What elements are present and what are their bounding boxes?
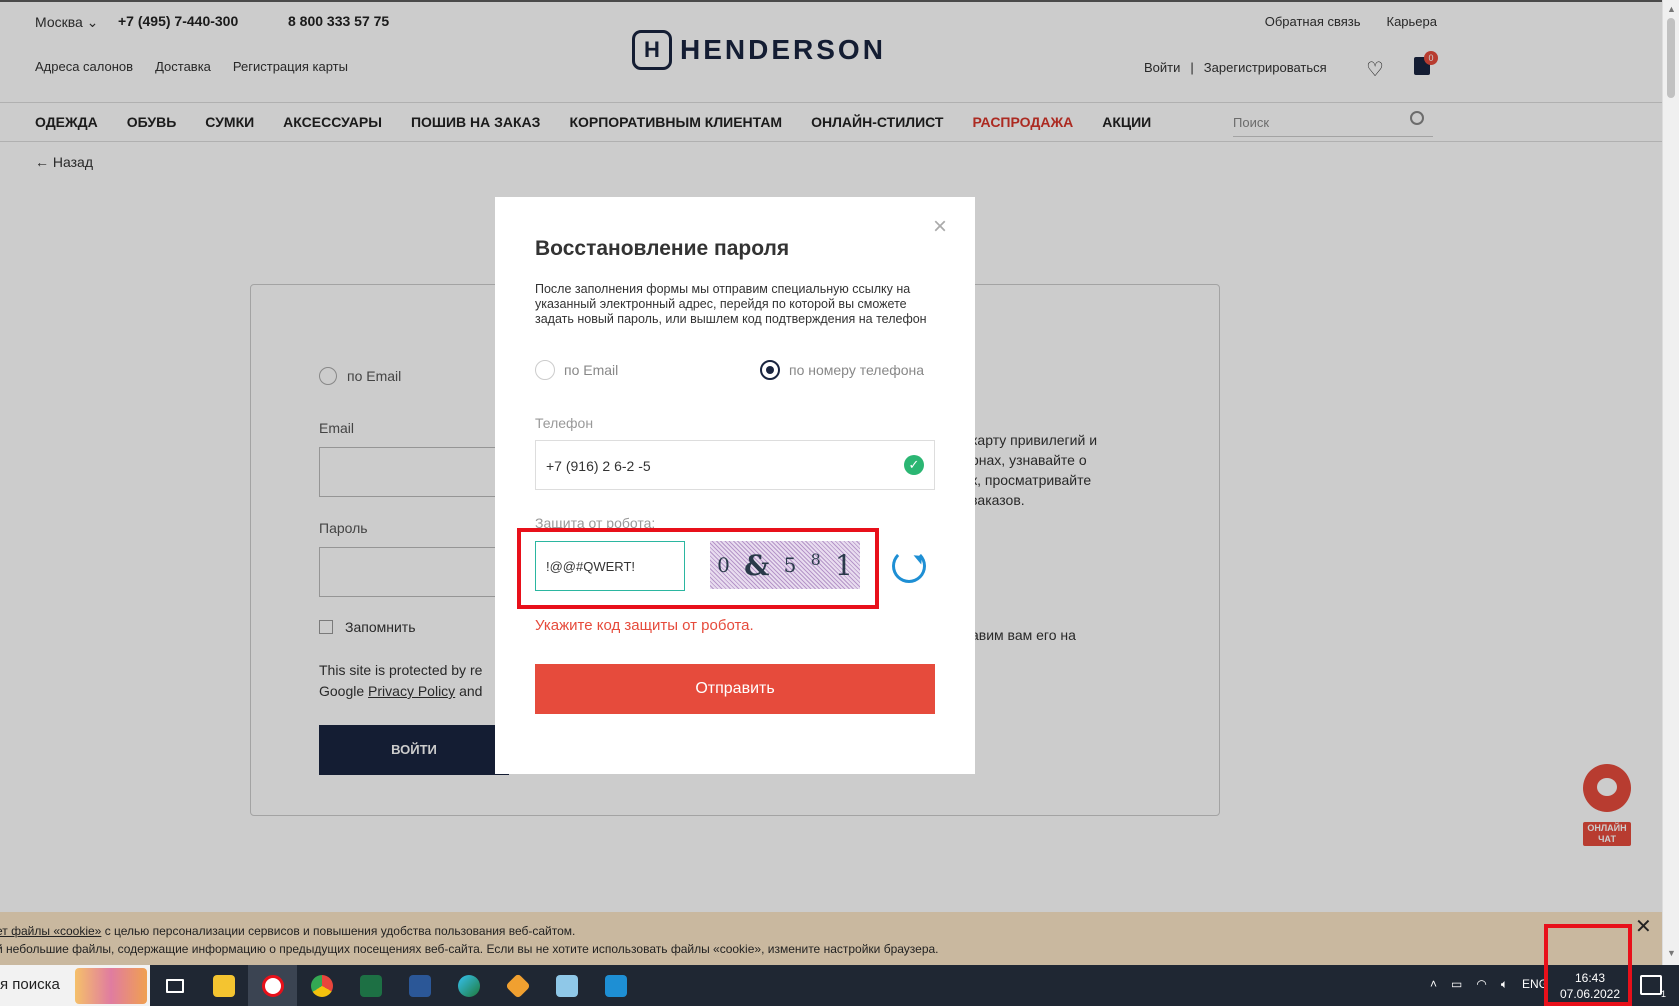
highlight-box: [1544, 924, 1632, 1006]
system-tray: ˄ ▭ ◠ 🔈︎ ENG: [1430, 977, 1548, 992]
captcha-error: Укажите код защиты от робота.: [535, 617, 754, 634]
phone-field[interactable]: +7 (916) 2 6-2 -5 ✓: [535, 440, 935, 490]
notification-icon[interactable]: 1: [1640, 975, 1666, 999]
page: Москва ⌄ +7 (495) 7-440-300 8 800 333 57…: [0, 0, 1662, 912]
radio-option-email[interactable]: по Email: [535, 360, 618, 380]
cookie-line-2: й небольшие файлы, содержащие информацию…: [0, 942, 939, 956]
taskbar-search-text: я поиска: [0, 976, 60, 993]
cookie-link[interactable]: ет файлы «cookie»: [0, 924, 101, 938]
task-view-icon[interactable]: [150, 965, 199, 1006]
check-icon: ✓: [904, 455, 924, 475]
notepad-icon[interactable]: [542, 965, 591, 1006]
chrome-icon[interactable]: [297, 965, 346, 1006]
taskbar-search[interactable]: я поиска: [0, 965, 150, 1006]
yandex-browser-icon[interactable]: [248, 965, 297, 1006]
cookie-text: ет файлы «cookie» с целью персонализации…: [0, 922, 939, 958]
battery-icon[interactable]: ▭: [1451, 977, 1462, 992]
cookie-line-1: с целью персонализации сервисов и повыше…: [101, 924, 576, 938]
scroll-down-icon[interactable]: ▼: [1667, 948, 1676, 958]
highlight-box: [517, 528, 879, 609]
git-icon[interactable]: [493, 965, 542, 1006]
windows-taskbar: я поиска ˄ ▭ ◠ 🔈︎ ENG 16:43 07.06.2022 1: [0, 965, 1679, 1006]
cookie-banner: ет файлы «cookie» с целью персонализации…: [0, 912, 1662, 965]
search-highlight-image: [75, 968, 147, 1004]
phone-value: +7 (916) 2 6-2 -5: [546, 458, 651, 474]
modal-title: Восстановление пароля: [535, 237, 790, 260]
radio-label: по номеру телефона: [789, 362, 925, 378]
radio-label: по Email: [564, 362, 619, 378]
modal-description: После заполнения формы мы отправим специ…: [535, 282, 927, 326]
chevron-up-icon[interactable]: ˄: [1430, 977, 1437, 992]
radio-circle: [535, 360, 555, 380]
submit-button[interactable]: Отправить: [535, 664, 935, 714]
taskbar-apps: [150, 965, 640, 1006]
scrollbar[interactable]: ▲ ▼: [1662, 0, 1679, 965]
file-explorer-icon[interactable]: [199, 965, 248, 1006]
edge-icon[interactable]: [444, 965, 493, 1006]
close-icon[interactable]: ×: [933, 215, 947, 239]
radio-option-phone[interactable]: по номеру телефона: [760, 360, 924, 380]
word-icon[interactable]: [395, 965, 444, 1006]
vscode-icon[interactable]: [591, 965, 640, 1006]
close-icon[interactable]: ✕: [1635, 917, 1652, 937]
phone-label: Телефон: [535, 415, 594, 431]
wifi-icon[interactable]: ◠: [1476, 977, 1486, 992]
radio-circle-selected: [760, 360, 780, 380]
refresh-icon[interactable]: [892, 549, 926, 583]
notification-count: 1: [1660, 989, 1666, 999]
password-recovery-modal: × Восстановление пароля После заполнения…: [495, 197, 975, 774]
scroll-thumb[interactable]: [1667, 18, 1675, 98]
scroll-up-icon[interactable]: ▲: [1667, 4, 1676, 14]
excel-icon[interactable]: [346, 965, 395, 1006]
volume-icon[interactable]: 🔈︎: [1501, 977, 1508, 992]
